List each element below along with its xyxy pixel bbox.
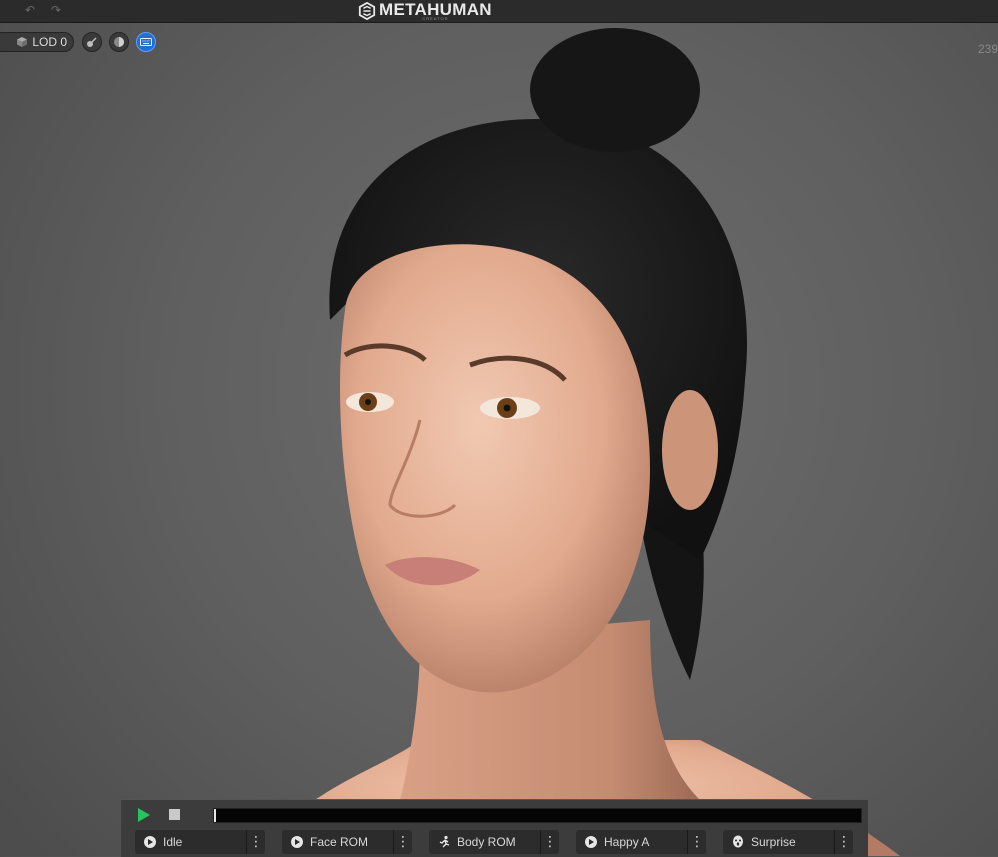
preset-menu-icon[interactable]: ⋮ <box>540 830 559 854</box>
play-icon[interactable] <box>137 808 151 822</box>
character-render <box>260 28 900 856</box>
surprise-face-icon <box>733 835 743 848</box>
preset-idle[interactable]: Idle ⋮ <box>135 830 265 854</box>
preset-label: Happy A <box>604 835 650 849</box>
preset-label: Surprise <box>751 835 796 849</box>
preset-menu-icon[interactable]: ⋮ <box>246 830 265 854</box>
idle-icon <box>144 836 156 848</box>
preset-label: Face ROM <box>310 835 369 849</box>
preset-happy-a[interactable]: Happy A ⋮ <box>576 830 706 854</box>
animation-presets: Idle ⋮ Face ROM ⋮ Body ROM ⋮ Happy A ⋮ S… <box>135 830 853 854</box>
animation-panel: Idle ⋮ Face ROM ⋮ Body ROM ⋮ Happy A ⋮ S… <box>121 799 868 857</box>
preset-menu-icon[interactable]: ⋮ <box>393 830 412 854</box>
running-figure-icon <box>439 835 450 848</box>
happy-face-icon <box>585 836 597 848</box>
preset-label: Idle <box>163 835 183 849</box>
preset-label: Body ROM <box>457 835 516 849</box>
preset-face-rom[interactable]: Face ROM ⋮ <box>282 830 412 854</box>
preset-menu-icon[interactable]: ⋮ <box>834 830 853 854</box>
preset-surprise[interactable]: Surprise ⋮ <box>723 830 853 854</box>
timeline-progress <box>214 809 216 822</box>
preset-menu-icon[interactable]: ⋮ <box>687 830 706 854</box>
stop-icon[interactable] <box>169 809 180 820</box>
preset-body-rom[interactable]: Body ROM ⋮ <box>429 830 559 854</box>
face-rom-icon <box>291 836 303 848</box>
timeline-scrubber[interactable] <box>213 808 862 823</box>
